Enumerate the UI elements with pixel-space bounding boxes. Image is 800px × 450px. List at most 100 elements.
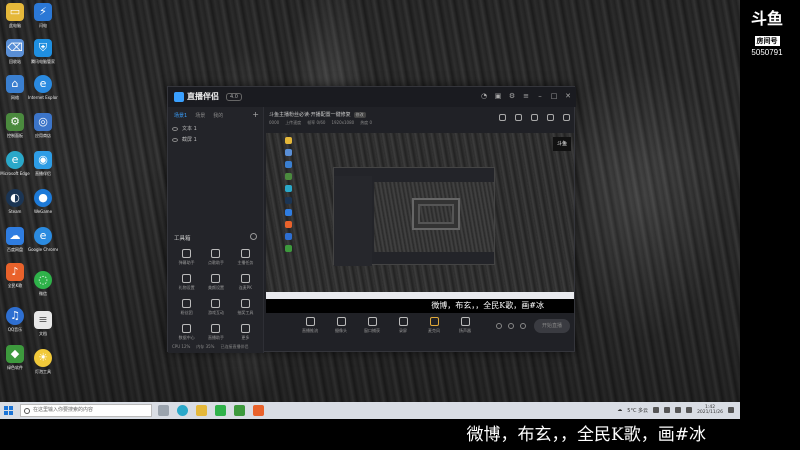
task-view-icon[interactable] [158,405,169,416]
tab-scene[interactable]: 场景 [195,112,205,119]
skin-icon[interactable]: ▣ [494,92,502,100]
tool-assistant[interactable]: 直播助手 [201,324,230,341]
document-icon[interactable]: ≡ 文档 [28,310,58,344]
tool-danmu[interactable]: 弹幕助手 [172,249,201,266]
push-icon [305,317,315,326]
config-icon[interactable] [508,323,514,329]
taskbar-apps [158,405,264,416]
karaoke-icon[interactable]: ♪ 全民K歌 [0,262,30,296]
volume-icon[interactable] [675,407,682,413]
gift-box-icon[interactable] [515,114,522,121]
source-item[interactable]: 文本 1 [172,125,197,132]
taskbar-search-input[interactable]: 在这里输入你要搜索的内容 [20,404,152,417]
edit-title-badge[interactable]: 修改 [353,112,366,118]
baidu-pan-icon[interactable]: ☁ 百度网盘 [0,226,30,260]
btn-mic[interactable]: 麦克风 [424,317,444,339]
green-taskbar-icon[interactable] [234,405,245,416]
tool-fans[interactable]: 粉丝团 [172,299,201,316]
windows-start-icon[interactable] [4,406,13,415]
network-icon[interactable]: ⌂ 网络 [0,74,30,108]
system-tray: ☁ 5°C 多云 1:42 2021/11/26 [617,405,734,415]
tool-gift[interactable]: 礼物设置 [172,274,201,291]
eye-icon[interactable] [172,137,178,142]
speaker-icon [460,317,470,326]
toolbox-heading: 工具箱 [174,236,191,242]
pc-manager-icon[interactable]: ⛨ 腾讯电脑管家 [28,38,58,72]
share-icon[interactable] [563,114,570,121]
window-capture-icon [367,317,377,326]
btn-push[interactable]: 直播推流 [300,317,320,339]
toolbox-settings-icon[interactable] [250,233,257,240]
preview-panel: 斗鱼主播粉丝必读·开播配置一键修复 修改 0000 上传速度 帧率 0/60 1920x… [264,107,576,353]
tool-task[interactable]: 主播任务 [231,249,260,266]
control-panel-icon[interactable]: ⚙ 控制面板 [0,112,30,146]
btn-speaker[interactable]: 扬声器 [455,317,475,339]
assistant-icon [211,324,221,333]
recycle-bin-icon[interactable]: ⌫ 回收站 [0,38,30,72]
tool-song[interactable]: 点歌助手 [201,249,230,266]
tool-beauty[interactable]: 美颜设置 [201,274,230,291]
wegame-icon[interactable]: ● WeGame [28,188,58,222]
weather-icon[interactable]: ☁ [617,407,622,413]
edge-icon[interactable]: e Microsoft Edge [0,150,30,184]
live-taskbar-icon[interactable] [253,405,264,416]
video-icon[interactable] [496,323,502,329]
this-pc-icon[interactable]: ▭ 此电脑 [0,2,30,36]
screen-record-icon [398,317,408,326]
weather-text[interactable]: 5°C 多云 [627,407,648,414]
source-item[interactable]: 截屏 1 [172,136,197,143]
more-icon [240,324,250,333]
minimize-icon[interactable]: – [536,92,544,100]
ie-icon[interactable]: eInternet Explorer [28,74,58,108]
settings-icon[interactable]: ⚙ [508,92,516,100]
start-live-button[interactable]: 开始直播 [534,319,570,333]
steam-icon[interactable]: ◐ Steam [0,188,30,222]
menu-icon[interactable]: ≡ [522,92,530,100]
store-icon[interactable]: ◎ 应用商店 [28,112,58,146]
music-icon[interactable]: ♫ QQ音乐 [0,306,30,340]
notification-icon[interactable] [728,407,734,413]
output-icons [496,323,526,329]
add-scene-icon[interactable]: + [252,110,259,119]
tool-data[interactable]: 数据中心 [172,324,201,341]
close-icon[interactable]: ✕ [564,92,572,100]
wechat-icon[interactable]: ◌ 微信 [28,270,58,304]
lightbulb-icon[interactable]: ☀ 灯泡工具 [28,348,58,382]
tab-scene-1[interactable]: 场景1 [174,112,187,119]
subtitle-bar: 微博，布玄，，全民K歌，画#冰 [0,419,800,450]
flash-icon[interactable]: ⚡ 闪电 [28,2,58,36]
wechat-taskbar-icon[interactable] [215,405,226,416]
tool-more[interactable]: 更多 [231,324,260,341]
btn-record[interactable]: 录屏 [393,317,413,339]
btn-window[interactable]: 窗口捕获 [362,317,382,339]
btn-camera[interactable]: 摄像头 [331,317,351,339]
chrome-icon[interactable]: e Google Chrome [28,226,58,260]
network-tray-icon[interactable] [664,407,671,413]
camera-icon [336,317,346,326]
room-title[interactable]: 斗鱼主播粉丝必读·开播配置一键修复 修改 [269,111,366,118]
screenshot-icon[interactable] [547,114,554,121]
stream-preview[interactable]: 斗鱼 微博，布玄，，全民K歌，画#冰 [266,133,574,313]
gear-icon[interactable] [520,323,526,329]
tool-lottery[interactable]: 抽奖工具 [231,299,260,316]
tool-game[interactable]: 游戏互动 [201,299,230,316]
app-logo-text: 直播伴侣 [187,92,219,101]
explorer-taskbar-icon[interactable] [196,405,207,416]
app-version-badge: 4.0 [226,93,242,101]
maximize-icon[interactable]: □ [550,92,558,100]
green-tool-icon[interactable]: ◆ 绿色软件 [0,344,30,378]
status-bar: CPU 12% 内存 35% 已连接直播伴侣 [172,344,249,349]
live-companion-icon[interactable]: ◉ 直播伴侣 [28,150,58,184]
layout-icon[interactable] [499,114,506,121]
ime-icon[interactable] [686,407,693,413]
eye-icon[interactable] [172,126,178,131]
record-icon[interactable] [531,114,538,121]
tab-mine[interactable]: 我的 [213,112,223,119]
edge-taskbar-icon[interactable] [177,405,188,416]
clock[interactable]: 1:42 2021/11/26 [697,405,723,415]
avatar-icon[interactable]: ◔ [480,92,488,100]
toolbox-grid: 弹幕助手 点歌助手 主播任务 礼物设置 美颜设置 连麦PK 粉丝团 游戏互动 抽… [172,249,260,341]
tool-pk[interactable]: 连麦PK [231,274,260,291]
tray-up-icon[interactable] [653,407,660,413]
app-logo-icon [174,92,184,102]
